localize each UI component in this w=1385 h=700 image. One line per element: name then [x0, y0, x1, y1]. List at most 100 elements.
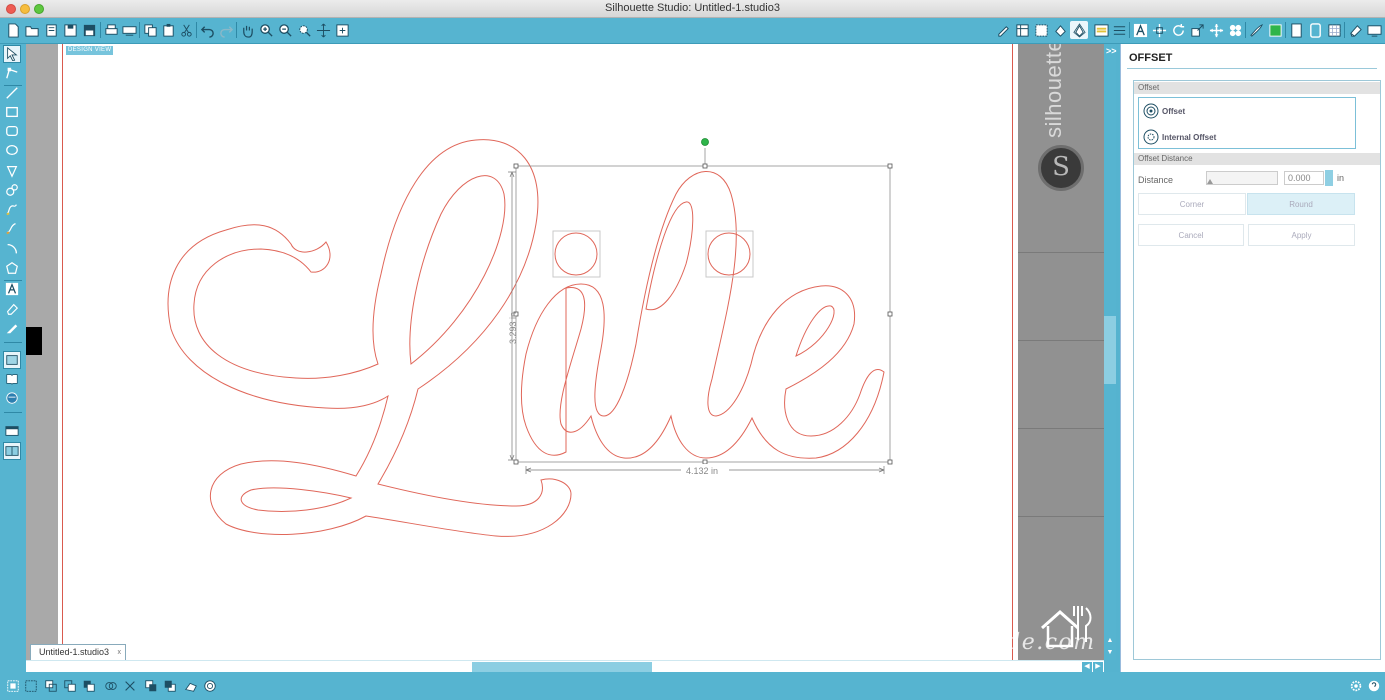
rounded-rect-icon[interactable]	[3, 122, 21, 140]
scroll-down-button[interactable]: ▼	[1105, 648, 1115, 658]
round-button[interactable]: Round	[1247, 193, 1355, 215]
vertical-scrollbar[interactable]	[1104, 44, 1116, 660]
settings-gear-icon[interactable]	[1347, 677, 1365, 695]
send-to-cutter-icon[interactable]	[120, 21, 138, 39]
eraser-tool-icon[interactable]	[3, 300, 21, 318]
open-folder-icon[interactable]	[23, 21, 41, 39]
fill-icon[interactable]	[1051, 21, 1069, 39]
distance-stepper[interactable]	[1325, 170, 1333, 186]
select-icon[interactable]	[3, 45, 21, 63]
pan-hand-icon[interactable]	[238, 21, 256, 39]
document-tab-close[interactable]: x	[118, 645, 122, 660]
paste-icon[interactable]	[159, 21, 177, 39]
offset-icon[interactable]	[201, 677, 219, 695]
page-setup-icon[interactable]	[994, 21, 1012, 39]
knife-icon[interactable]	[1247, 21, 1265, 39]
regular-polygon-icon[interactable]	[3, 259, 21, 277]
trace-icon[interactable]	[1266, 21, 1284, 39]
cut-settings-icon[interactable]	[1325, 21, 1343, 39]
horizontal-scrollbar[interactable]	[26, 660, 1104, 672]
letter-L-loop	[409, 175, 506, 365]
scroll-left-button[interactable]: ◀	[1082, 662, 1092, 672]
make-compound-icon[interactable]	[42, 677, 60, 695]
save-icon[interactable]	[61, 21, 79, 39]
panel-collapse-button[interactable]: >>	[1106, 46, 1118, 56]
distance-input[interactable]: 0.000	[1284, 171, 1324, 185]
internal-offset-option[interactable]: Internal Offset	[1143, 127, 1216, 147]
line-style-icon[interactable]	[1110, 21, 1128, 39]
new-file-icon[interactable]	[4, 21, 22, 39]
fit-page-icon[interactable]	[333, 21, 351, 39]
smooth-freehand-icon[interactable]	[3, 219, 21, 237]
text-style-icon[interactable]	[1131, 21, 1149, 39]
internal-offset-icon	[1143, 129, 1159, 145]
redo-icon[interactable]	[217, 21, 235, 39]
scroll-up-button[interactable]: ▲	[1105, 636, 1115, 646]
send-icon[interactable]	[1365, 21, 1383, 39]
zoom-selection-icon[interactable]	[295, 21, 313, 39]
move-icon[interactable]	[1207, 21, 1225, 39]
grid-icon[interactable]	[1013, 21, 1031, 39]
toolbar-separator	[139, 22, 140, 38]
toolbar-separator	[1245, 22, 1246, 38]
undo-icon[interactable]	[198, 21, 216, 39]
store-icon[interactable]	[1306, 21, 1324, 39]
deselect-icon[interactable]	[121, 677, 139, 695]
distance-slider-knob[interactable]	[1207, 179, 1213, 184]
horizontal-scroll-thumb[interactable]	[472, 662, 652, 672]
release-compound-icon[interactable]	[61, 677, 79, 695]
apply-button[interactable]: Apply	[1248, 224, 1355, 246]
offset-option[interactable]: Offset	[1143, 101, 1185, 121]
polygon-icon[interactable]	[3, 162, 21, 180]
arc-icon[interactable]	[3, 240, 21, 258]
line-tool-icon[interactable]	[3, 84, 21, 102]
cut-icon[interactable]	[177, 21, 195, 39]
send-backward-icon[interactable]	[161, 677, 179, 695]
rotate-icon[interactable]	[1169, 21, 1187, 39]
design-canvas[interactable]: DESIGN VIEW silhouette S 3.293 in 4.132 …	[26, 44, 1104, 660]
vertical-scroll-thumb[interactable]	[1104, 316, 1116, 384]
zoom-out-icon[interactable]	[276, 21, 294, 39]
point-edit-icon[interactable]	[3, 64, 21, 82]
design-view-icon[interactable]	[3, 422, 21, 440]
replicate-icon[interactable]	[1226, 21, 1244, 39]
store-panel-icon[interactable]	[3, 389, 21, 407]
round-label: Round	[1289, 200, 1313, 209]
knife-tool-icon[interactable]	[3, 319, 21, 337]
select-all-icon[interactable]	[102, 677, 120, 695]
lilie-artwork[interactable]: 3.293 in 4.132 in	[26, 44, 1104, 660]
scroll-right-button[interactable]: ▶	[1093, 662, 1103, 672]
ungroup-icon[interactable]	[22, 677, 40, 695]
rectangle-icon[interactable]	[3, 103, 21, 121]
weld-icon[interactable]	[80, 677, 98, 695]
ellipse-icon[interactable]	[3, 141, 21, 159]
registration-icon[interactable]	[1032, 21, 1050, 39]
transform-icon[interactable]	[1150, 21, 1168, 39]
document-tab[interactable]: Untitled-1.studio3 x	[30, 644, 127, 660]
move-view-icon[interactable]	[314, 21, 332, 39]
corner-button[interactable]: Corner	[1138, 193, 1246, 215]
cancel-button[interactable]: Cancel	[1138, 224, 1244, 246]
erase-area-icon[interactable]	[182, 677, 200, 695]
eraser-icon[interactable]	[1346, 21, 1364, 39]
curve-icon[interactable]	[3, 181, 21, 199]
split-view-icon[interactable]	[3, 442, 21, 460]
zoom-in-icon[interactable]	[257, 21, 275, 39]
scale-icon[interactable]	[1188, 21, 1206, 39]
help-icon[interactable]	[1365, 677, 1383, 695]
open-library-icon[interactable]	[42, 21, 60, 39]
copy-icon[interactable]	[141, 21, 159, 39]
library-icon[interactable]	[1287, 21, 1305, 39]
print-icon[interactable]	[102, 21, 120, 39]
freehand-icon[interactable]	[3, 200, 21, 218]
text-tool-icon[interactable]	[3, 280, 21, 298]
draw-window-icon[interactable]	[3, 351, 21, 369]
line-color-icon[interactable]	[1092, 21, 1110, 39]
group-icon[interactable]	[4, 677, 22, 695]
library-panel-icon[interactable]	[3, 370, 21, 388]
cancel-label: Cancel	[1178, 231, 1204, 240]
save-as-icon[interactable]	[80, 21, 98, 39]
bring-forward-icon[interactable]	[142, 677, 160, 695]
distance-slider[interactable]	[1206, 171, 1278, 185]
offset-panel-icon[interactable]	[1070, 21, 1088, 39]
